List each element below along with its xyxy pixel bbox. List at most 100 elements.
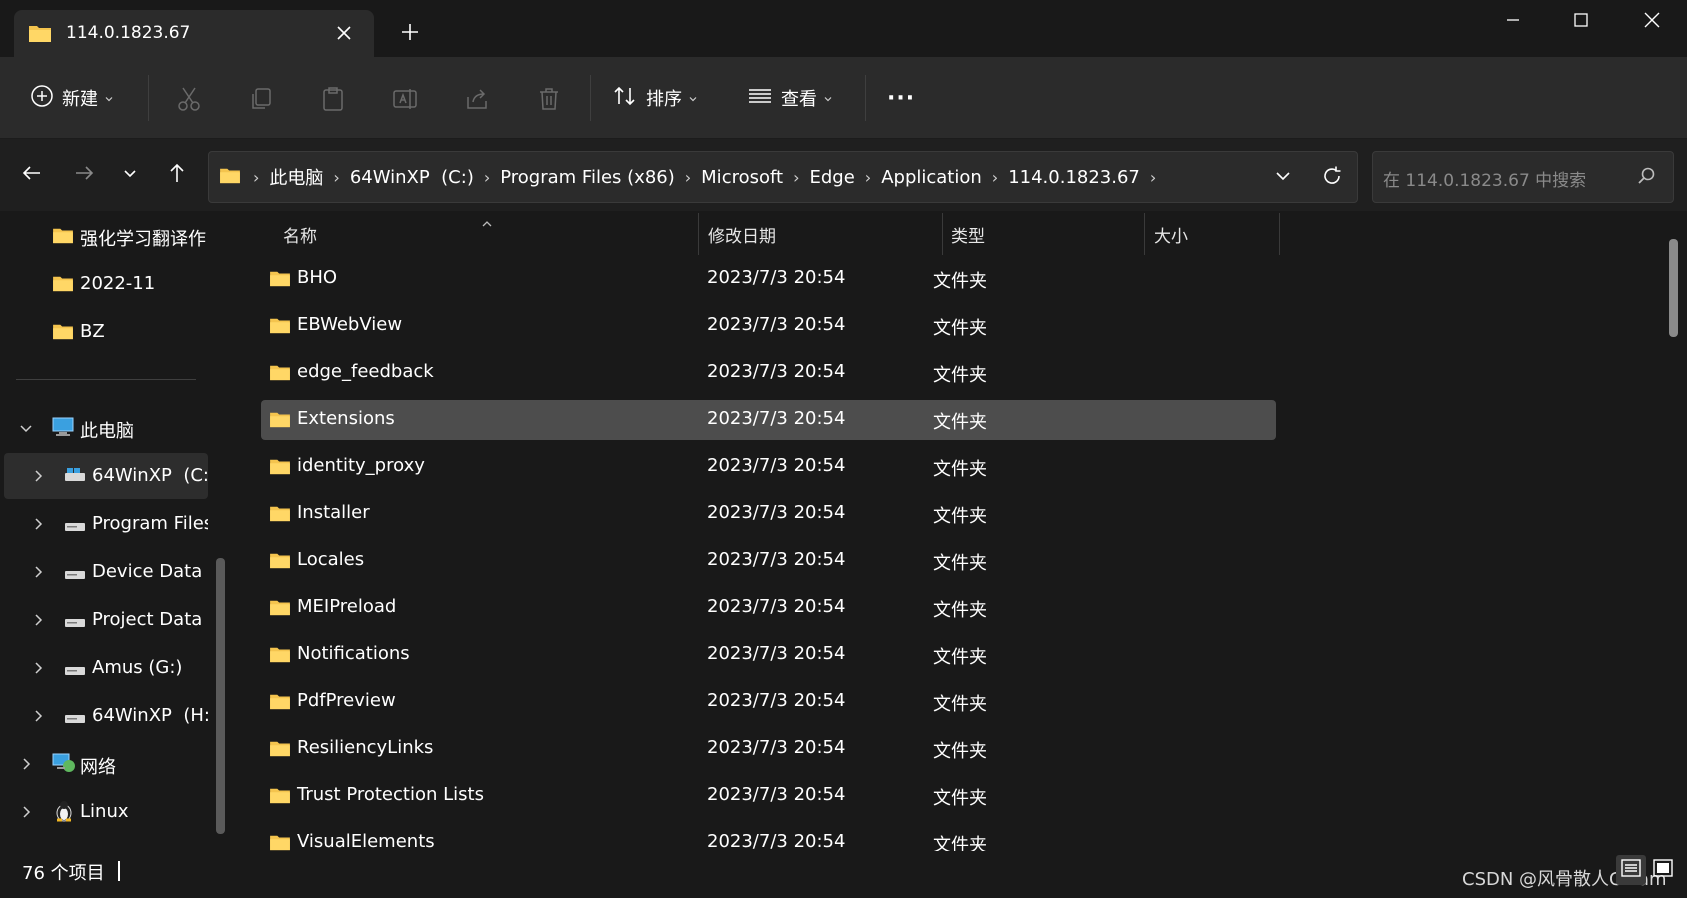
breadcrumb-item[interactable]: Program Files (x86)	[496, 167, 679, 188]
chevron-right-icon[interactable]	[30, 564, 46, 580]
file-row[interactable]: identity_proxy 2023/7/3 20:54 文件夹	[261, 447, 1276, 487]
file-row[interactable]: Trust Protection Lists 2023/7/3 20:54 文件夹	[261, 776, 1276, 816]
file-row[interactable]: Installer 2023/7/3 20:54 文件夹	[261, 494, 1276, 534]
column-divider[interactable]	[942, 213, 943, 255]
tab-active[interactable]: 114.0.1823.67	[14, 10, 374, 57]
file-type: 文件夹	[933, 741, 987, 762]
chevron-right-icon[interactable]	[18, 804, 34, 820]
file-type: 文件夹	[933, 835, 987, 851]
new-button[interactable]: 新建	[30, 81, 114, 115]
column-header-size[interactable]: 大小	[1154, 211, 1188, 257]
chevron-down-icon	[688, 89, 698, 108]
details-view-button[interactable]	[1616, 855, 1646, 885]
view-button[interactable]: 查看	[747, 81, 833, 115]
folder-icon	[269, 786, 291, 809]
chevron-right-icon[interactable]: ›	[1150, 168, 1156, 187]
chevron-right-icon[interactable]	[30, 660, 46, 676]
file-list-scrollbar[interactable]	[1669, 239, 1678, 337]
chevron-right-icon[interactable]	[30, 612, 46, 628]
new-tab-icon[interactable]	[398, 20, 422, 44]
up-button[interactable]	[161, 159, 193, 191]
maximize-button[interactable]	[1546, 0, 1616, 40]
file-row[interactable]: BHO 2023/7/3 20:54 文件夹	[261, 259, 1276, 299]
column-header-name[interactable]: 名称	[283, 211, 317, 257]
recent-locations-button[interactable]	[114, 159, 146, 191]
file-row[interactable]: Locales 2023/7/3 20:54 文件夹	[261, 541, 1276, 581]
column-header-date[interactable]: 修改日期	[708, 211, 776, 257]
paste-icon[interactable]	[319, 85, 347, 113]
new-label: 新建	[62, 89, 98, 110]
cut-icon[interactable]	[175, 85, 203, 113]
close-window-button[interactable]	[1617, 0, 1687, 40]
sort-button[interactable]: 排序	[612, 81, 698, 115]
chevron-right-icon[interactable]: ›	[865, 168, 871, 187]
rename-icon[interactable]	[391, 85, 419, 113]
sidebar-scrollbar[interactable]	[216, 558, 225, 834]
search-input[interactable]: 在 114.0.1823.67 中搜索	[1372, 151, 1674, 203]
delete-icon[interactable]	[535, 85, 563, 113]
refresh-icon[interactable]	[1321, 165, 1343, 191]
sidebar-item-drive-c[interactable]: 64WinXP (C:)	[4, 453, 208, 499]
file-row[interactable]: EBWebView 2023/7/3 20:54 文件夹	[261, 306, 1276, 346]
forward-button[interactable]	[68, 159, 100, 191]
file-name: VisualElements	[297, 831, 435, 851]
sidebar-item-this-pc[interactable]: 此电脑	[0, 405, 208, 451]
sidebar-item-folder[interactable]: BZ	[0, 309, 208, 355]
sidebar-item-drive[interactable]: Program Files	[0, 501, 208, 547]
file-row[interactable]: PdfPreview 2023/7/3 20:54 文件夹	[261, 682, 1276, 722]
chevron-right-icon[interactable]	[30, 516, 46, 532]
chevron-right-icon[interactable]: ›	[992, 168, 998, 187]
file-row[interactable]: MEIPreload 2023/7/3 20:54 文件夹	[261, 588, 1276, 628]
column-header-type[interactable]: 类型	[951, 211, 985, 257]
breadcrumb-item[interactable]: Microsoft	[697, 167, 787, 188]
file-modified-date: 2023/7/3 20:54	[707, 502, 846, 523]
minimize-button[interactable]	[1478, 0, 1548, 40]
share-icon[interactable]	[463, 85, 491, 113]
breadcrumb-item[interactable]: 此电脑	[265, 164, 327, 190]
column-divider[interactable]	[1144, 213, 1145, 255]
chevron-right-icon[interactable]: ›	[793, 168, 799, 187]
chevron-right-icon[interactable]: ›	[685, 168, 691, 187]
file-type: 文件夹	[933, 600, 987, 621]
sidebar-item-network[interactable]: 网络	[0, 741, 208, 787]
sidebar-item-drive[interactable]: Device Data (	[0, 549, 208, 595]
navigation-bar: › 此电脑 › 64WinXP (C:) › Program Files (x8…	[0, 139, 1687, 211]
file-row[interactable]: Extensions 2023/7/3 20:54 文件夹	[261, 400, 1276, 440]
chevron-right-icon[interactable]	[30, 708, 46, 724]
column-divider[interactable]	[698, 213, 699, 255]
file-type: 文件夹	[933, 412, 987, 433]
file-type: 文件夹	[933, 506, 987, 527]
copy-icon[interactable]	[247, 85, 275, 113]
column-divider[interactable]	[1279, 213, 1280, 255]
address-history-button[interactable]	[1273, 166, 1293, 190]
chevron-right-icon[interactable]: ›	[484, 168, 490, 187]
breadcrumb-item[interactable]: 64WinXP (C:)	[346, 167, 478, 188]
toolbar-divider	[865, 75, 866, 121]
sidebar-item-linux[interactable]: Linux	[0, 789, 208, 835]
file-row[interactable]: ResiliencyLinks 2023/7/3 20:54 文件夹	[261, 729, 1276, 769]
file-row[interactable]: Notifications 2023/7/3 20:54 文件夹	[261, 635, 1276, 675]
chevron-down-icon[interactable]	[18, 420, 34, 436]
folder-icon	[269, 551, 291, 574]
close-tab-icon[interactable]	[332, 21, 356, 45]
chevron-right-icon[interactable]: ›	[253, 168, 259, 187]
file-row[interactable]: VisualElements 2023/7/3 20:54 文件夹	[261, 823, 1276, 851]
file-row[interactable]: edge_feedback 2023/7/3 20:54 文件夹	[261, 353, 1276, 393]
address-bar[interactable]: › 此电脑 › 64WinXP (C:) › Program Files (x8…	[208, 151, 1358, 203]
sidebar-item-folder[interactable]: 强化学习翻译作	[0, 213, 208, 259]
sidebar-item-drive[interactable]: 64WinXP (H:)	[0, 693, 208, 739]
more-options-button[interactable]: ···	[887, 81, 915, 115]
sidebar-item-drive[interactable]: Project Data (	[0, 597, 208, 643]
breadcrumb-item[interactable]: Application	[877, 167, 986, 188]
chevron-down-icon	[122, 165, 138, 185]
file-type: 文件夹	[933, 318, 987, 339]
chevron-right-icon[interactable]	[30, 468, 46, 484]
sidebar-item-folder[interactable]: 2022-11	[0, 261, 208, 307]
chevron-right-icon[interactable]: ›	[333, 168, 339, 187]
breadcrumb-item[interactable]: Edge	[805, 167, 858, 188]
breadcrumb-item[interactable]: 114.0.1823.67	[1004, 167, 1144, 188]
back-button[interactable]	[16, 159, 48, 191]
sidebar-item-drive[interactable]: Amus (G:)	[0, 645, 208, 691]
large-icons-view-button[interactable]	[1648, 855, 1678, 885]
chevron-right-icon[interactable]	[18, 756, 34, 772]
